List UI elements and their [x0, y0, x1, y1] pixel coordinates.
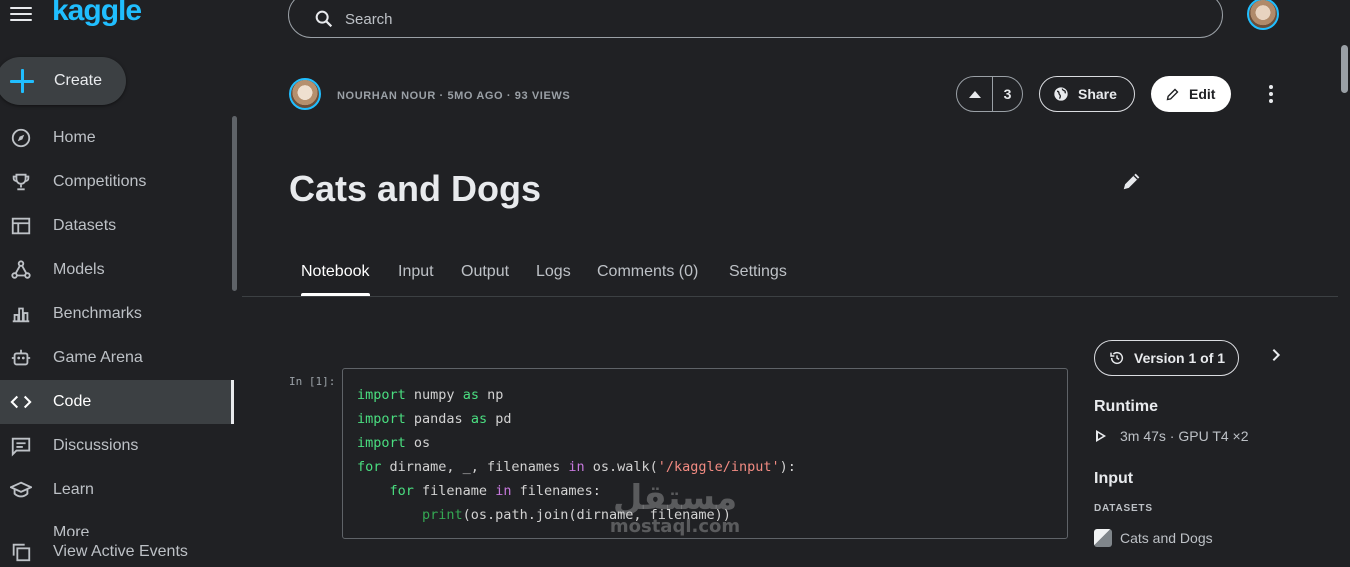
page-title: Cats and Dogs [289, 168, 542, 209]
robot-icon [10, 347, 32, 369]
sidebar-item-label: Learn [53, 481, 94, 498]
table-icon [10, 215, 32, 237]
globe-icon [1054, 87, 1068, 101]
sidebar-item-code[interactable]: Code [0, 380, 234, 424]
code-line: import numpy as np [357, 387, 504, 403]
watermark-arabic: مستقل [612, 478, 738, 518]
sidebar-item-label: Datasets [53, 217, 117, 234]
tab-input[interactable]: Input [398, 263, 434, 296]
history-icon [1110, 351, 1124, 365]
sidebar-item-game-arena[interactable]: Game Arena [0, 336, 232, 380]
sidebar-item-benchmarks[interactable]: Benchmarks [0, 292, 232, 336]
edit-label: Edit [1189, 86, 1216, 102]
search-input[interactable]: Search [288, 0, 1223, 38]
chevron-right-icon[interactable] [1268, 347, 1284, 363]
code-line: import os [357, 434, 431, 451]
watermark: مستقل mostaql.com [600, 480, 750, 537]
create-label: Create [54, 72, 103, 89]
sidebar-item-home[interactable]: Home [0, 116, 232, 160]
comment-icon [10, 435, 32, 457]
search-icon [315, 10, 333, 28]
notebook-tabs: Notebook Input Output Logs Comments (0) … [242, 255, 1338, 297]
main-scrollbar[interactable] [1341, 45, 1348, 93]
sidebar-item-label: Home [53, 129, 96, 146]
sidebar-item-models[interactable]: Models [0, 248, 232, 292]
next-cell-text [357, 561, 364, 567]
version-label: Version 1 of 1 [1134, 350, 1226, 366]
input-heading: Input [1094, 470, 1134, 487]
code-line: for dirname, _, filenames in os.walk('/k… [357, 458, 796, 475]
sidebar-item-more[interactable]: More [53, 524, 89, 536]
user-avatar[interactable] [1247, 0, 1279, 30]
play-icon [1096, 430, 1106, 442]
sidebar-item-competitions[interactable]: Competitions [0, 160, 232, 204]
datasets-label: DATASETS [1094, 503, 1153, 514]
code-icon [10, 391, 32, 413]
sidebar-item-label: Models [53, 261, 105, 278]
view-active-events-button[interactable]: View Active Events [0, 537, 240, 567]
sidebar-item-discussions[interactable]: Discussions [0, 424, 232, 468]
edit-title-icon[interactable] [1121, 170, 1143, 192]
compass-icon [10, 127, 32, 149]
edit-button[interactable]: Edit [1151, 76, 1231, 112]
sidebar-item-learn[interactable]: Learn [0, 468, 232, 512]
notebook-meta: NOURHAN NOUR · 5MO AGO · 93 VIEWS [337, 90, 571, 102]
vote-count: 3 [1003, 86, 1012, 102]
tab-output[interactable]: Output [461, 263, 509, 296]
share-button[interactable]: Share [1039, 76, 1135, 112]
sidebar: kaggle Create Home Competitions Datasets… [0, 0, 242, 567]
sidebar-item-label: Competitions [53, 173, 147, 190]
create-button[interactable]: Create [0, 57, 126, 105]
kaggle-logo[interactable]: kaggle [52, 0, 142, 28]
tab-notebook[interactable]: Notebook [301, 263, 370, 296]
more-options-icon[interactable] [1261, 84, 1281, 104]
upvote-arrow-icon[interactable] [957, 77, 993, 111]
dataset-name: Cats and Dogs [1120, 530, 1213, 546]
tab-logs[interactable]: Logs [536, 263, 571, 296]
menu-icon[interactable] [10, 4, 32, 24]
version-button[interactable]: Version 1 of 1 [1094, 340, 1239, 376]
runtime-value: 3m 47s · GPU T4 ×2 [1120, 428, 1249, 444]
sidebar-item-label: Discussions [53, 437, 139, 454]
sidebar-item-datasets[interactable]: Datasets [0, 204, 232, 248]
runtime-row: 3m 47s · GPU T4 ×2 [1094, 428, 1249, 444]
active-events-label: View Active Events [53, 543, 188, 560]
bar-chart-icon [10, 303, 32, 325]
author-avatar[interactable] [289, 78, 321, 110]
watermark-latin: mostaql.com [609, 516, 741, 537]
upvote-button[interactable]: 3 [956, 76, 1023, 112]
sidebar-item-label: Game Arena [53, 349, 143, 366]
trophy-icon [10, 171, 32, 193]
search-placeholder: Search [345, 10, 393, 28]
school-icon [10, 479, 32, 501]
tab-comments[interactable]: Comments (0) [597, 263, 698, 296]
tab-settings[interactable]: Settings [729, 263, 787, 296]
pencil-icon [1166, 88, 1179, 100]
cell-prompt: In [1]: [289, 375, 336, 388]
sidebar-scrollbar[interactable] [232, 116, 237, 291]
plus-icon [10, 69, 34, 93]
sidebar-item-label: Code [53, 393, 92, 410]
models-icon [10, 259, 32, 281]
copy-icon [10, 541, 32, 563]
dataset-thumbnail [1094, 529, 1112, 547]
runtime-heading: Runtime [1094, 398, 1158, 415]
code-line: import pandas as pd [357, 410, 512, 427]
dataset-item[interactable]: Cats and Dogs [1094, 529, 1213, 547]
sidebar-item-label: Benchmarks [53, 305, 142, 322]
share-label: Share [1078, 86, 1117, 102]
